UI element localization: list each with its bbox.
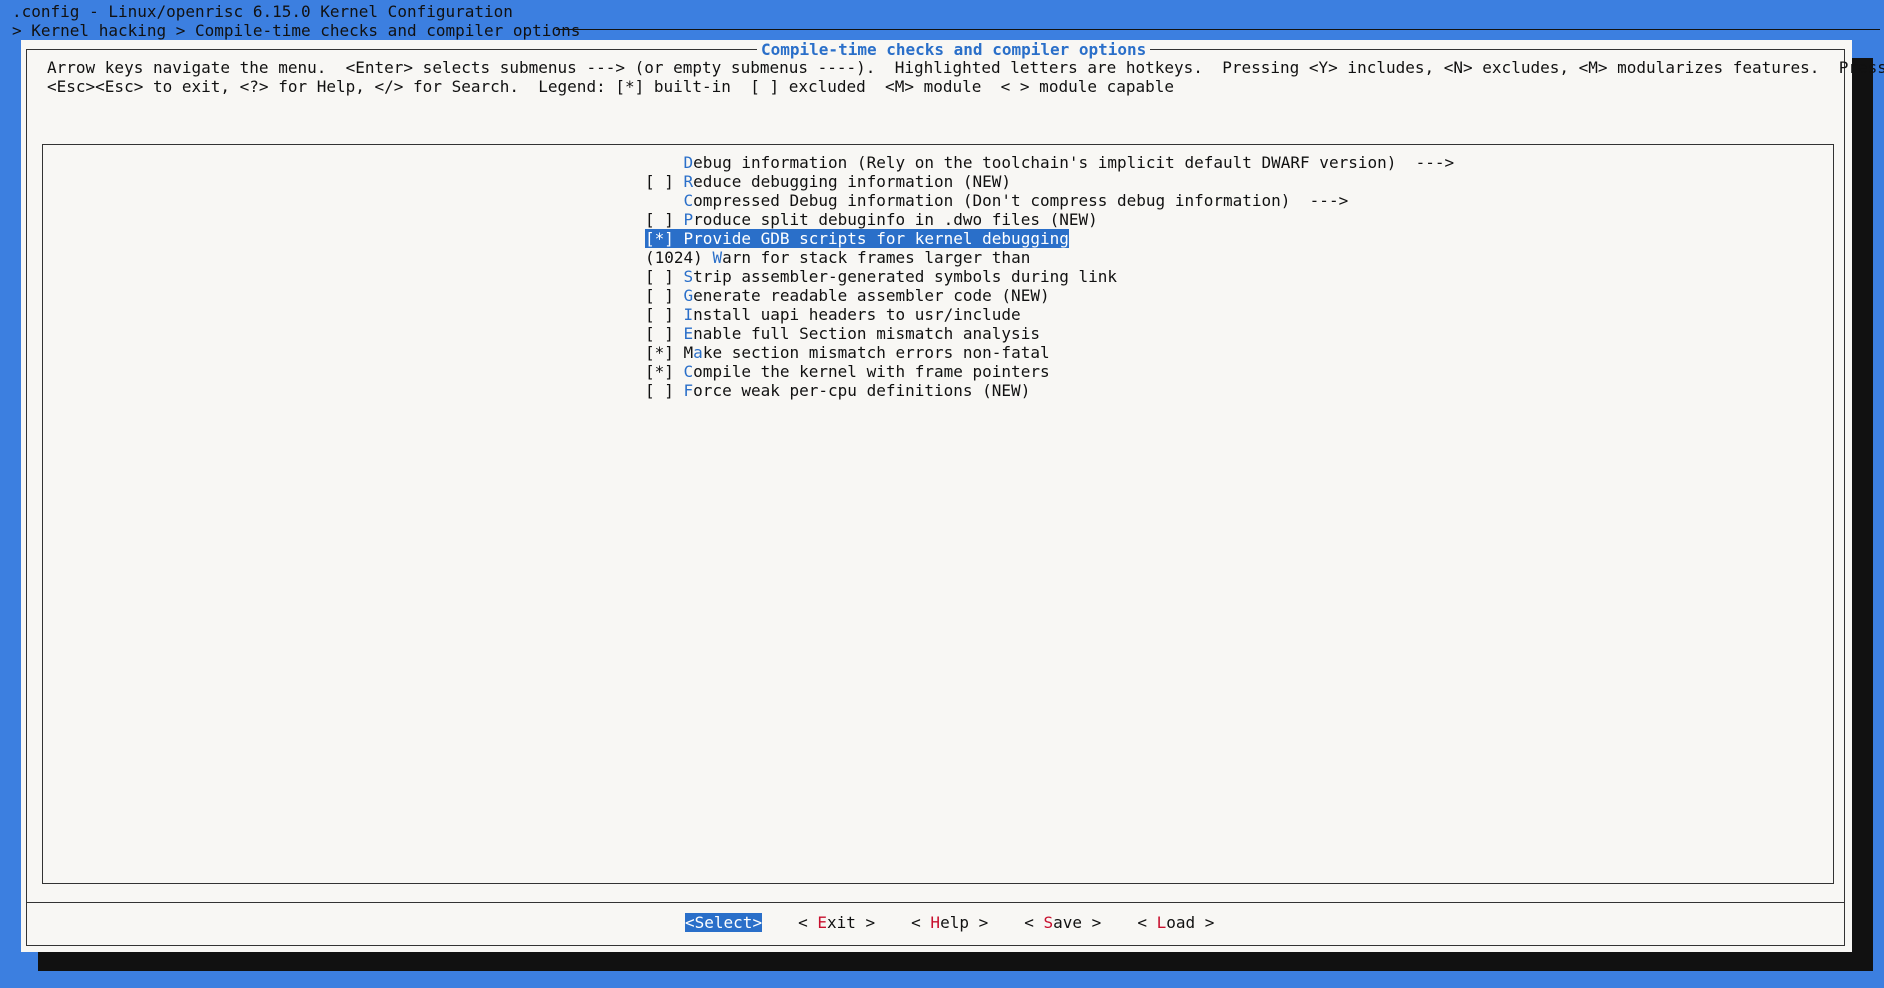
help-button-hotkey: H	[930, 913, 941, 932]
menu-item-strip-assembler-symbols[interactable]: [ ] Strip assembler-generated symbols du…	[645, 267, 1454, 286]
menu-item-install-uapi-headers[interactable]: [ ] Install uapi headers to usr/include	[645, 305, 1454, 324]
save-button-label: ave >	[1053, 913, 1102, 932]
menu-item-label: educe debugging information (NEW)	[693, 172, 1012, 191]
help-button[interactable]: < Help >	[911, 913, 988, 932]
menu-item-prefix: [ ]	[645, 381, 684, 400]
menu-item-hotkey: P	[683, 229, 694, 248]
menu-item-prefix: [ ]	[645, 305, 684, 324]
menu-item-hotkey: S	[683, 267, 694, 286]
menu-item-label: ompressed Debug information (Don't compr…	[693, 191, 1349, 210]
load-button[interactable]: < Load >	[1137, 913, 1214, 932]
menu-item-prefix: (1024)	[645, 248, 713, 267]
menu-item-hotkey: a	[693, 343, 703, 362]
dialog-shadow-right	[1852, 58, 1873, 970]
save-button[interactable]: < Save >	[1024, 913, 1101, 932]
menu-item-prefix: [*]	[645, 229, 684, 248]
help-button-open: <	[911, 913, 931, 932]
menu-item-weak-per-cpu[interactable]: [ ] Force weak per-cpu definitions (NEW)	[645, 381, 1454, 400]
menu-item-prefix: [*] M	[645, 343, 694, 362]
menu-item-label: arn for stack frames larger than	[722, 248, 1031, 267]
menu-item-compressed-debug-information[interactable]: Compressed Debug information (Don't comp…	[645, 191, 1454, 210]
menu-item-split-debuginfo[interactable]: [ ] Produce split debuginfo in .dwo file…	[645, 210, 1454, 229]
menu-item-prefix: [*]	[645, 362, 684, 381]
menu-box[interactable]: Debug information (Rely on the toolchain…	[42, 144, 1834, 884]
menu-item-hotkey: P	[683, 210, 694, 229]
menuconfig-dialog: Compile-time checks and compiler options…	[21, 40, 1884, 952]
menu-item-prefix: [ ]	[645, 267, 684, 286]
save-button-hotkey: S	[1043, 913, 1054, 932]
exit-button[interactable]: < Exit >	[798, 913, 875, 932]
menu-item-label: rovide GDB scripts for kernel debugging	[693, 229, 1069, 248]
menu-item-prefix	[645, 191, 684, 210]
breadcrumb-rule	[556, 29, 1880, 30]
menu-item-hotkey: D	[683, 153, 694, 172]
instructions-line-2: <Esc><Esc> to exit, <?> for Help, </> fo…	[47, 77, 1175, 96]
menu-item-stack-frame-warning[interactable]: (1024) Warn for stack frames larger than	[645, 248, 1454, 267]
exit-button-open: <	[798, 913, 818, 932]
menu-list: Debug information (Rely on the toolchain…	[645, 153, 1454, 400]
menu-item-hotkey: W	[712, 248, 723, 267]
window-title: .config - Linux/openrisc 6.15.0 Kernel C…	[12, 2, 513, 21]
menu-item-label: enerate readable assembler code (NEW)	[693, 286, 1050, 305]
menu-item-hotkey: E	[683, 324, 694, 343]
menu-item-hotkey: C	[683, 191, 694, 210]
button-divider	[26, 902, 1845, 903]
menu-item-label: nable full Section mismatch analysis	[693, 324, 1040, 343]
menu-item-label: ke section mismatch errors non-fatal	[702, 343, 1050, 362]
menu-item-label: ompile the kernel with frame pointers	[693, 362, 1050, 381]
menu-item-section-mismatch-analysis[interactable]: [ ] Enable full Section mismatch analysi…	[645, 324, 1454, 343]
menu-item-hotkey: F	[683, 381, 694, 400]
exit-button-label: xit >	[826, 913, 876, 932]
instructions: Arrow keys navigate the menu. <Enter> se…	[47, 58, 1884, 96]
help-button-label: elp >	[940, 913, 989, 932]
menu-item-debug-information[interactable]: Debug information (Rely on the toolchain…	[645, 153, 1455, 172]
instructions-line-1: Arrow keys navigate the menu. <Enter> se…	[47, 58, 1884, 77]
menu-item-prefix: [ ]	[645, 210, 684, 229]
menu-item-section-mismatch-non-fatal[interactable]: [*] Make section mismatch errors non-fat…	[645, 343, 1454, 362]
menu-item-label: orce weak per-cpu definitions (NEW)	[693, 381, 1031, 400]
menu-item-label: trip assembler-generated symbols during …	[693, 267, 1118, 286]
dialog-title: Compile-time checks and compiler options	[757, 40, 1151, 59]
menu-item-reduce-debugging-information[interactable]: [ ] Reduce debugging information (NEW)	[645, 172, 1454, 191]
menu-item-label: ebug information (Rely on the toolchain'…	[693, 153, 1455, 172]
select-button[interactable]: <Select>	[685, 913, 763, 932]
exit-button-hotkey: E	[817, 913, 827, 932]
load-button-label: oad >	[1166, 913, 1215, 932]
menu-item-prefix: [ ]	[645, 324, 684, 343]
button-bar: <Select> < Exit > < Help > < Save > < Lo…	[685, 913, 1214, 932]
menu-item-prefix: [ ]	[645, 286, 684, 305]
menu-item-frame-pointers[interactable]: [*] Compile the kernel with frame pointe…	[645, 362, 1454, 381]
load-button-open: <	[1137, 913, 1157, 932]
menu-item-hotkey: I	[683, 305, 694, 324]
menu-item-hotkey: R	[683, 172, 694, 191]
dialog-shadow-bottom	[38, 952, 1873, 971]
menu-item-label: nstall uapi headers to usr/include	[693, 305, 1021, 324]
menu-item-readable-assembler[interactable]: [ ] Generate readable assembler code (NE…	[645, 286, 1454, 305]
menu-item-hotkey: C	[683, 362, 694, 381]
save-button-open: <	[1024, 913, 1044, 932]
select-button-label: Select>	[694, 913, 763, 932]
menu-item-hotkey: G	[683, 286, 694, 305]
select-button-open: <	[685, 913, 695, 932]
breadcrumb: > Kernel hacking > Compile-time checks a…	[12, 21, 581, 40]
menu-item-prefix: [ ]	[645, 172, 684, 191]
load-button-hotkey: L	[1156, 913, 1167, 932]
menu-item-prefix	[645, 153, 684, 172]
menu-item-gdb-scripts[interactable]: [*] Provide GDB scripts for kernel debug…	[645, 229, 1069, 248]
menu-item-label: roduce split debuginfo in .dwo files (NE…	[693, 210, 1098, 229]
